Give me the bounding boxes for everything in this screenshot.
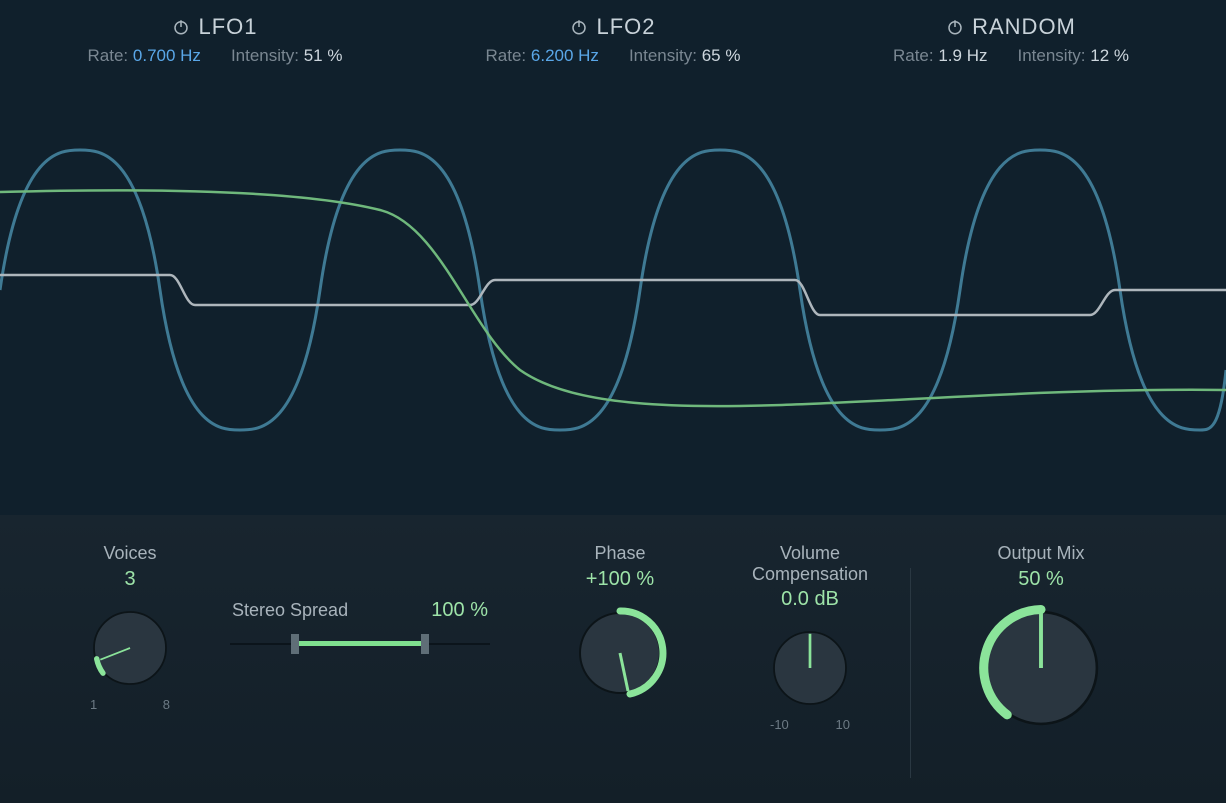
output-mix-section: Output Mix 50 % — [911, 543, 1171, 733]
voices-section: Voices 3 1 8 — [30, 543, 230, 712]
stereo-spread-section: Stereo Spread 100 % — [230, 599, 490, 658]
lfo1-rate[interactable]: Rate: 0.700 Hz — [88, 46, 201, 66]
lfo2-title[interactable]: LFO2 — [596, 14, 655, 40]
phase-value[interactable]: +100 % — [586, 568, 654, 591]
random-rate[interactable]: Rate: 1.9 Hz — [893, 46, 988, 66]
power-icon[interactable] — [172, 18, 190, 36]
voices-knob[interactable] — [85, 603, 175, 693]
lfo1-intensity[interactable]: Intensity: 51 % — [231, 46, 343, 66]
output-mix-label: Output Mix — [997, 543, 1084, 564]
output-mix-value[interactable]: 50 % — [1018, 568, 1064, 591]
phase-knob[interactable] — [570, 603, 670, 703]
lfo1-block: LFO1 Rate: 0.700 Hz Intensity: 51 % — [50, 14, 380, 66]
volume-comp-scale: -10 10 — [770, 717, 850, 732]
voices-label: Voices — [103, 543, 156, 564]
lfo2-intensity[interactable]: Intensity: 65 % — [629, 46, 741, 66]
stereo-spread-slider[interactable] — [230, 630, 490, 658]
power-icon[interactable] — [570, 18, 588, 36]
volume-comp-label: VolumeCompensation — [752, 543, 868, 584]
voices-scale: 1 8 — [90, 697, 170, 712]
phase-section: Phase +100 % — [530, 543, 710, 703]
volume-comp-section: VolumeCompensation 0.0 dB -10 10 — [710, 543, 910, 732]
waveform-display[interactable] — [0, 70, 1226, 514]
stereo-spread-label: Stereo Spread — [232, 600, 348, 621]
phase-label: Phase — [594, 543, 645, 564]
output-mix-knob[interactable] — [976, 603, 1106, 733]
power-icon[interactable] — [946, 18, 964, 36]
lfo-header: LFO1 Rate: 0.700 Hz Intensity: 51 % LFO2… — [0, 0, 1226, 66]
lfo1-title[interactable]: LFO1 — [198, 14, 257, 40]
volume-comp-knob[interactable] — [765, 623, 855, 713]
stereo-spread-value[interactable]: 100 % — [431, 599, 488, 622]
random-block: RANDOM Rate: 1.9 Hz Intensity: 12 % — [846, 14, 1176, 66]
spread-handle-left[interactable] — [291, 634, 299, 654]
bottom-panel: Voices 3 1 8 Stereo Spread 100 % — [0, 515, 1226, 803]
voices-value[interactable]: 3 — [124, 568, 135, 591]
random-intensity[interactable]: Intensity: 12 % — [1017, 46, 1129, 66]
lfo2-rate[interactable]: Rate: 6.200 Hz — [486, 46, 599, 66]
lfo2-block: LFO2 Rate: 6.200 Hz Intensity: 65 % — [448, 14, 778, 66]
random-title[interactable]: RANDOM — [972, 14, 1076, 40]
spread-handle-right[interactable] — [421, 634, 429, 654]
volume-comp-value[interactable]: 0.0 dB — [781, 588, 839, 611]
